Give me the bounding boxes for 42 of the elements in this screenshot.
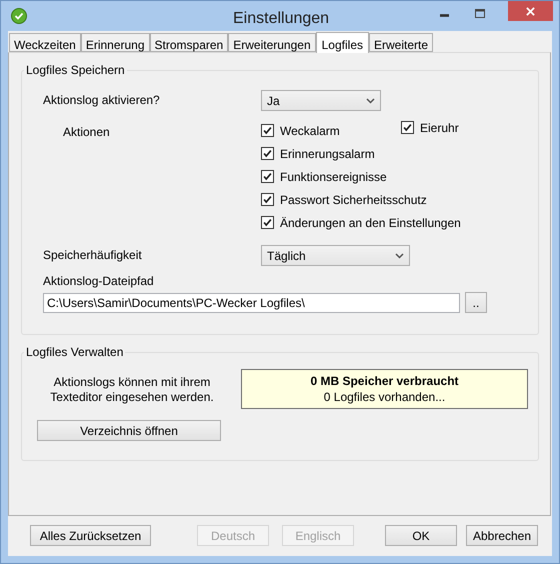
- checkbox-label: Weckalarm: [280, 122, 340, 140]
- maximize-icon[interactable]: [475, 9, 485, 18]
- checkbox[interactable]: [261, 147, 274, 160]
- tab[interactable]: Erinnerung: [80, 33, 150, 52]
- checkbox[interactable]: [261, 170, 274, 183]
- open-folder-button[interactable]: Verzeichnis öffnen: [37, 420, 221, 441]
- close-button[interactable]: [508, 1, 553, 21]
- group-title: Logfiles Verwalten: [25, 344, 124, 361]
- checkbox[interactable]: [261, 216, 274, 229]
- checkbox[interactable]: [261, 124, 274, 137]
- usage-text: 0 MB Speicher verbraucht: [310, 373, 459, 389]
- field-label: Aktionslog aktivieren?: [43, 92, 161, 109]
- tab[interactable]: Erweiterungen: [228, 33, 316, 52]
- checkbox[interactable]: [401, 121, 414, 134]
- field-label: Aktionen: [62, 124, 111, 141]
- dropdown[interactable]: Täglich: [261, 245, 410, 266]
- tab[interactable]: Erweiterte: [369, 33, 434, 52]
- checkbox-label: Eieruhr: [420, 120, 459, 136]
- browse-button[interactable]: ..: [465, 292, 487, 313]
- tab[interactable]: Weckzeiten: [9, 33, 81, 52]
- check-circle-icon: [11, 8, 27, 24]
- checkbox[interactable]: [261, 193, 274, 206]
- field-label: Speicherhäufigkeit: [43, 247, 143, 264]
- hint-text: Aktionslogs können mit ihrem Texteditor eingesehen werden.: [49, 375, 215, 406]
- close-icon: [526, 6, 535, 16]
- checkbox-label: Erinnerungsalarm: [280, 146, 375, 162]
- checkbox-label: Funktionsereignisse: [280, 168, 387, 186]
- checkbox-label: Passwort Sicherheitsschutz: [280, 192, 427, 208]
- checkbox-label: Änderungen an den Einstellungen: [280, 214, 461, 232]
- tab[interactable]: Logfiles: [316, 32, 369, 53]
- dropdown[interactable]: Ja: [261, 90, 381, 111]
- chevron-icon: [366, 98, 375, 104]
- dialog-button[interactable]: Alles Zurücksetzen: [30, 525, 151, 546]
- dialog-button[interactable]: Abbrechen: [466, 525, 538, 546]
- field-label: Aktionslog-Dateipfad: [43, 273, 154, 290]
- window-title: Einstellungen: [233, 9, 330, 29]
- input-field[interactable]: C:\Users\Samir\Documents\PC-Wecker Logfiles\: [43, 292, 460, 312]
- group-title: Logfiles Speichern: [25, 62, 126, 79]
- count-text: 0 Logfiles vorhanden...: [324, 389, 446, 405]
- dialog-button[interactable]: OK: [385, 525, 457, 546]
- tab[interactable]: Stromsparen: [150, 33, 228, 52]
- chevron-icon: [395, 252, 404, 258]
